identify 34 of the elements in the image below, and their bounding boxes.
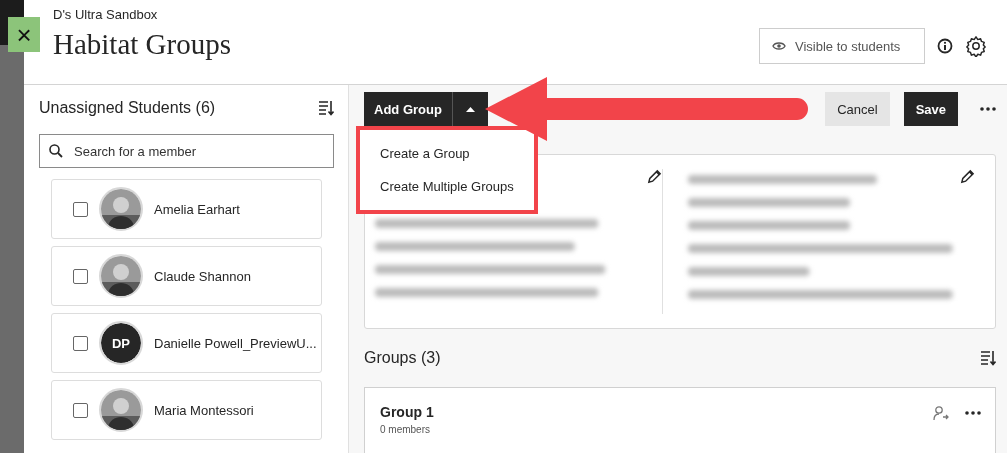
eye-icon xyxy=(772,41,786,51)
visibility-button[interactable]: Visible to students xyxy=(759,28,925,64)
student-name: Claude Shannon xyxy=(154,268,251,284)
checkbox[interactable] xyxy=(73,201,88,217)
info-icon[interactable] xyxy=(937,38,953,54)
groups-heading: Groups (3) xyxy=(364,349,441,367)
course-name: D's Ultra Sandbox xyxy=(53,7,159,22)
more-icon[interactable] xyxy=(980,107,996,111)
search-field[interactable]: Search for a member xyxy=(39,134,334,168)
student-name: Maria Montessori xyxy=(154,402,254,418)
checkbox[interactable] xyxy=(73,268,88,284)
save-button[interactable]: Save xyxy=(903,92,958,126)
checkbox[interactable] xyxy=(73,402,88,418)
member-count: 0 members xyxy=(380,424,431,435)
search-icon xyxy=(49,144,63,158)
avatar-initials: DP xyxy=(101,323,141,363)
close-button[interactable]: × xyxy=(8,17,40,52)
checkbox[interactable] xyxy=(73,335,88,351)
student-name: Amelia Earhart xyxy=(154,201,240,217)
edit-icon[interactable] xyxy=(960,169,975,184)
caret-icon xyxy=(465,106,475,112)
menu-item[interactable]: Create Multiple Groups xyxy=(360,170,534,203)
more-icon[interactable] xyxy=(965,411,981,415)
student-name: Danielle Powell_PreviewU... xyxy=(154,335,317,351)
sort-icon[interactable] xyxy=(318,100,334,116)
unassigned-heading: Unassigned Students (6) xyxy=(39,99,216,117)
assign-person-icon[interactable] xyxy=(933,405,949,421)
edit-icon[interactable] xyxy=(647,169,662,184)
cancel-button[interactable]: Cancel xyxy=(825,92,890,126)
settings-icon[interactable] xyxy=(965,35,987,57)
menu-item[interactable]: Create a Group xyxy=(360,137,534,170)
group-name: Group 1 xyxy=(380,404,434,420)
sort-icon[interactable] xyxy=(980,350,996,366)
page-title: Habitat Groups xyxy=(53,28,231,61)
